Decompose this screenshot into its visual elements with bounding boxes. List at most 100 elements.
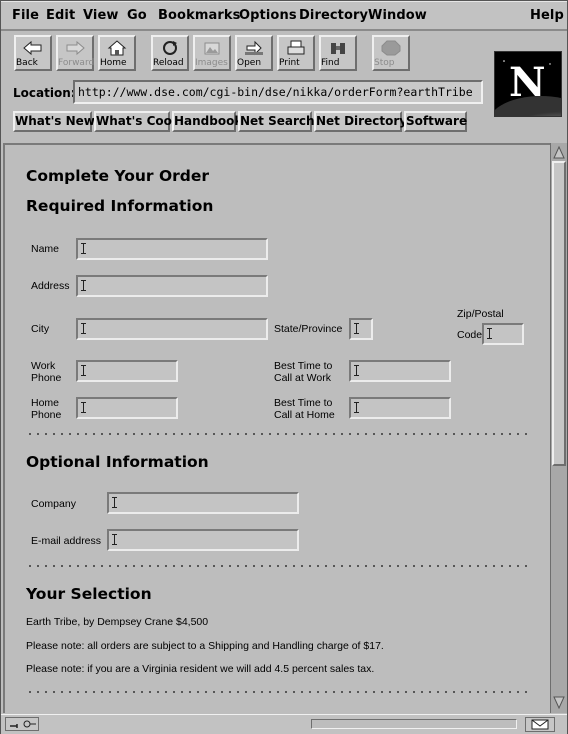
text-cursor-icon: [354, 402, 359, 413]
whats-cool-button[interactable]: What's Cool: [94, 111, 176, 132]
find-button[interactable]: Find: [319, 35, 357, 71]
required-heading: Required Information: [26, 197, 214, 215]
optional-heading: Optional Information: [26, 453, 209, 471]
scroll-down-arrow-icon[interactable]: [553, 695, 565, 709]
zip-label-line2: Code: [457, 329, 483, 341]
menu-file[interactable]: File: [12, 8, 39, 23]
best-time-work-label-line1: Best Time to: [274, 360, 333, 372]
back-button[interactable]: Back: [14, 35, 52, 71]
menu-bookmarks[interactable]: Bookmarks: [158, 8, 240, 23]
reload-button[interactable]: Reload: [151, 35, 189, 71]
stop-label: Stop: [374, 58, 395, 68]
menu-go[interactable]: Go: [127, 8, 147, 23]
home-button[interactable]: Home: [98, 35, 136, 71]
back-label: Back: [16, 58, 38, 68]
whats-new-button[interactable]: What's New: [13, 111, 95, 132]
back-arrow-icon: [23, 40, 42, 56]
section-divider: [26, 565, 531, 567]
text-cursor-icon: [81, 323, 86, 334]
text-cursor-icon: [354, 323, 359, 334]
work-phone-input[interactable]: [76, 360, 178, 382]
scrollbar-thumb[interactable]: [552, 161, 566, 466]
text-cursor-icon: [112, 534, 117, 545]
forward-label: Forward: [58, 58, 95, 68]
address-input[interactable]: [76, 275, 268, 297]
city-label: City: [31, 323, 50, 335]
company-input[interactable]: [107, 492, 299, 514]
text-cursor-icon: [112, 497, 117, 508]
browser-window: File Edit View Go Bookmarks Options Dire…: [0, 0, 568, 734]
menu-bar: File Edit View Go Bookmarks Options Dire…: [1, 1, 567, 31]
tax-note: Please note: if you are a Virginia resid…: [26, 663, 375, 675]
text-cursor-icon: [81, 365, 86, 376]
page-title: Complete Your Order: [26, 167, 210, 185]
text-cursor-icon: [81, 280, 86, 291]
shipping-note: Please note: all orders are subject to a…: [26, 640, 384, 652]
find-label: Find: [321, 58, 340, 68]
net-search-button[interactable]: Net Search: [238, 111, 315, 132]
menu-view[interactable]: View: [83, 8, 119, 23]
home-phone-label-line2: Phone: [31, 409, 62, 421]
section-divider: [26, 433, 531, 435]
security-key-icon[interactable]: [5, 717, 39, 731]
home-phone-input[interactable]: [76, 397, 178, 419]
email-label: E-mail address: [31, 535, 102, 547]
progress-bar: [311, 719, 517, 729]
selection-item: Earth Tribe, by Dempsey Crane $4,500: [26, 616, 209, 628]
handbook-button[interactable]: Handbook: [172, 111, 242, 132]
print-label: Print: [279, 58, 300, 68]
text-cursor-icon: [81, 402, 86, 413]
menu-edit[interactable]: Edit: [46, 8, 75, 23]
menu-directory[interactable]: Directory: [299, 8, 368, 23]
best-time-home-label-line2: Call at Home: [274, 409, 335, 421]
print-icon: [287, 40, 305, 55]
menu-window[interactable]: Window: [368, 8, 427, 23]
text-cursor-icon: [487, 328, 492, 339]
net-directory-button[interactable]: Net Directory: [314, 111, 407, 132]
software-button[interactable]: Software: [404, 111, 467, 132]
find-binoculars-icon: [331, 43, 345, 54]
menu-help[interactable]: Help: [530, 8, 564, 23]
mail-icon[interactable]: [525, 717, 555, 732]
best-time-home-label-line1: Best Time to: [274, 397, 333, 409]
city-input[interactable]: [76, 318, 268, 340]
reload-label: Reload: [153, 58, 184, 68]
toolbar: Back Forward Home Reload Images Open Pri…: [1, 31, 567, 75]
home-phone-label-line1: Home: [31, 397, 60, 409]
open-icon: [245, 40, 263, 56]
text-cursor-icon: [81, 243, 86, 254]
status-bar: [1, 714, 567, 734]
home-icon: [107, 40, 127, 56]
location-url-input[interactable]: http://www.dse.com/cgi-bin/dse/nikka/ord…: [73, 80, 483, 104]
logo-letter: N: [509, 59, 546, 106]
location-label: Location:: [13, 86, 76, 100]
images-label: Images: [195, 58, 228, 68]
vertical-scrollbar[interactable]: [550, 143, 567, 713]
stop-icon: [381, 40, 401, 56]
forward-button[interactable]: Forward: [56, 35, 94, 71]
images-icon: [204, 42, 220, 55]
zip-input[interactable]: [482, 323, 524, 345]
best-time-home-input[interactable]: [349, 397, 451, 419]
print-button[interactable]: Print: [277, 35, 315, 71]
netscape-logo[interactable]: N: [494, 51, 562, 117]
email-input[interactable]: [107, 529, 299, 551]
text-cursor-icon: [354, 365, 359, 376]
company-label: Company: [31, 498, 76, 510]
forward-arrow-icon: [66, 40, 85, 56]
work-phone-label-line2: Phone: [31, 372, 62, 384]
netscape-n-icon: N: [495, 52, 561, 116]
best-time-work-input[interactable]: [349, 360, 451, 382]
state-input[interactable]: [349, 318, 373, 340]
scroll-up-arrow-icon[interactable]: [553, 146, 565, 160]
best-time-work-label-line2: Call at Work: [274, 372, 331, 384]
name-input[interactable]: [76, 238, 268, 260]
images-button[interactable]: Images: [193, 35, 231, 71]
stop-button[interactable]: Stop: [372, 35, 410, 71]
selection-heading: Your Selection: [26, 585, 152, 603]
page-content: Complete Your Order Required Information…: [3, 143, 551, 713]
open-label: Open: [237, 58, 262, 68]
open-button[interactable]: Open: [235, 35, 273, 71]
work-phone-label-line1: Work: [31, 360, 56, 372]
menu-options[interactable]: Options: [239, 8, 297, 23]
